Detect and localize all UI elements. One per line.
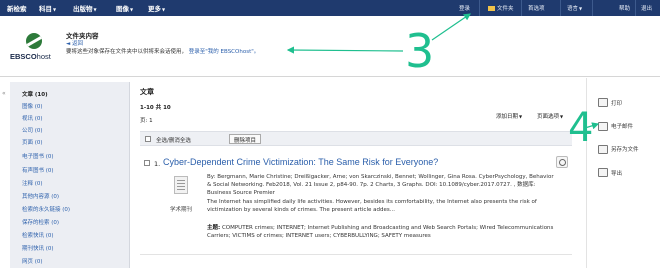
arrow-3-to-link: [286, 46, 404, 54]
annotation-number-4: 4: [568, 105, 594, 151]
arrow-3-to-signin: [431, 13, 471, 41]
annotation-arrows: [286, 13, 600, 130]
annotation-number-3: 3: [405, 24, 435, 78]
